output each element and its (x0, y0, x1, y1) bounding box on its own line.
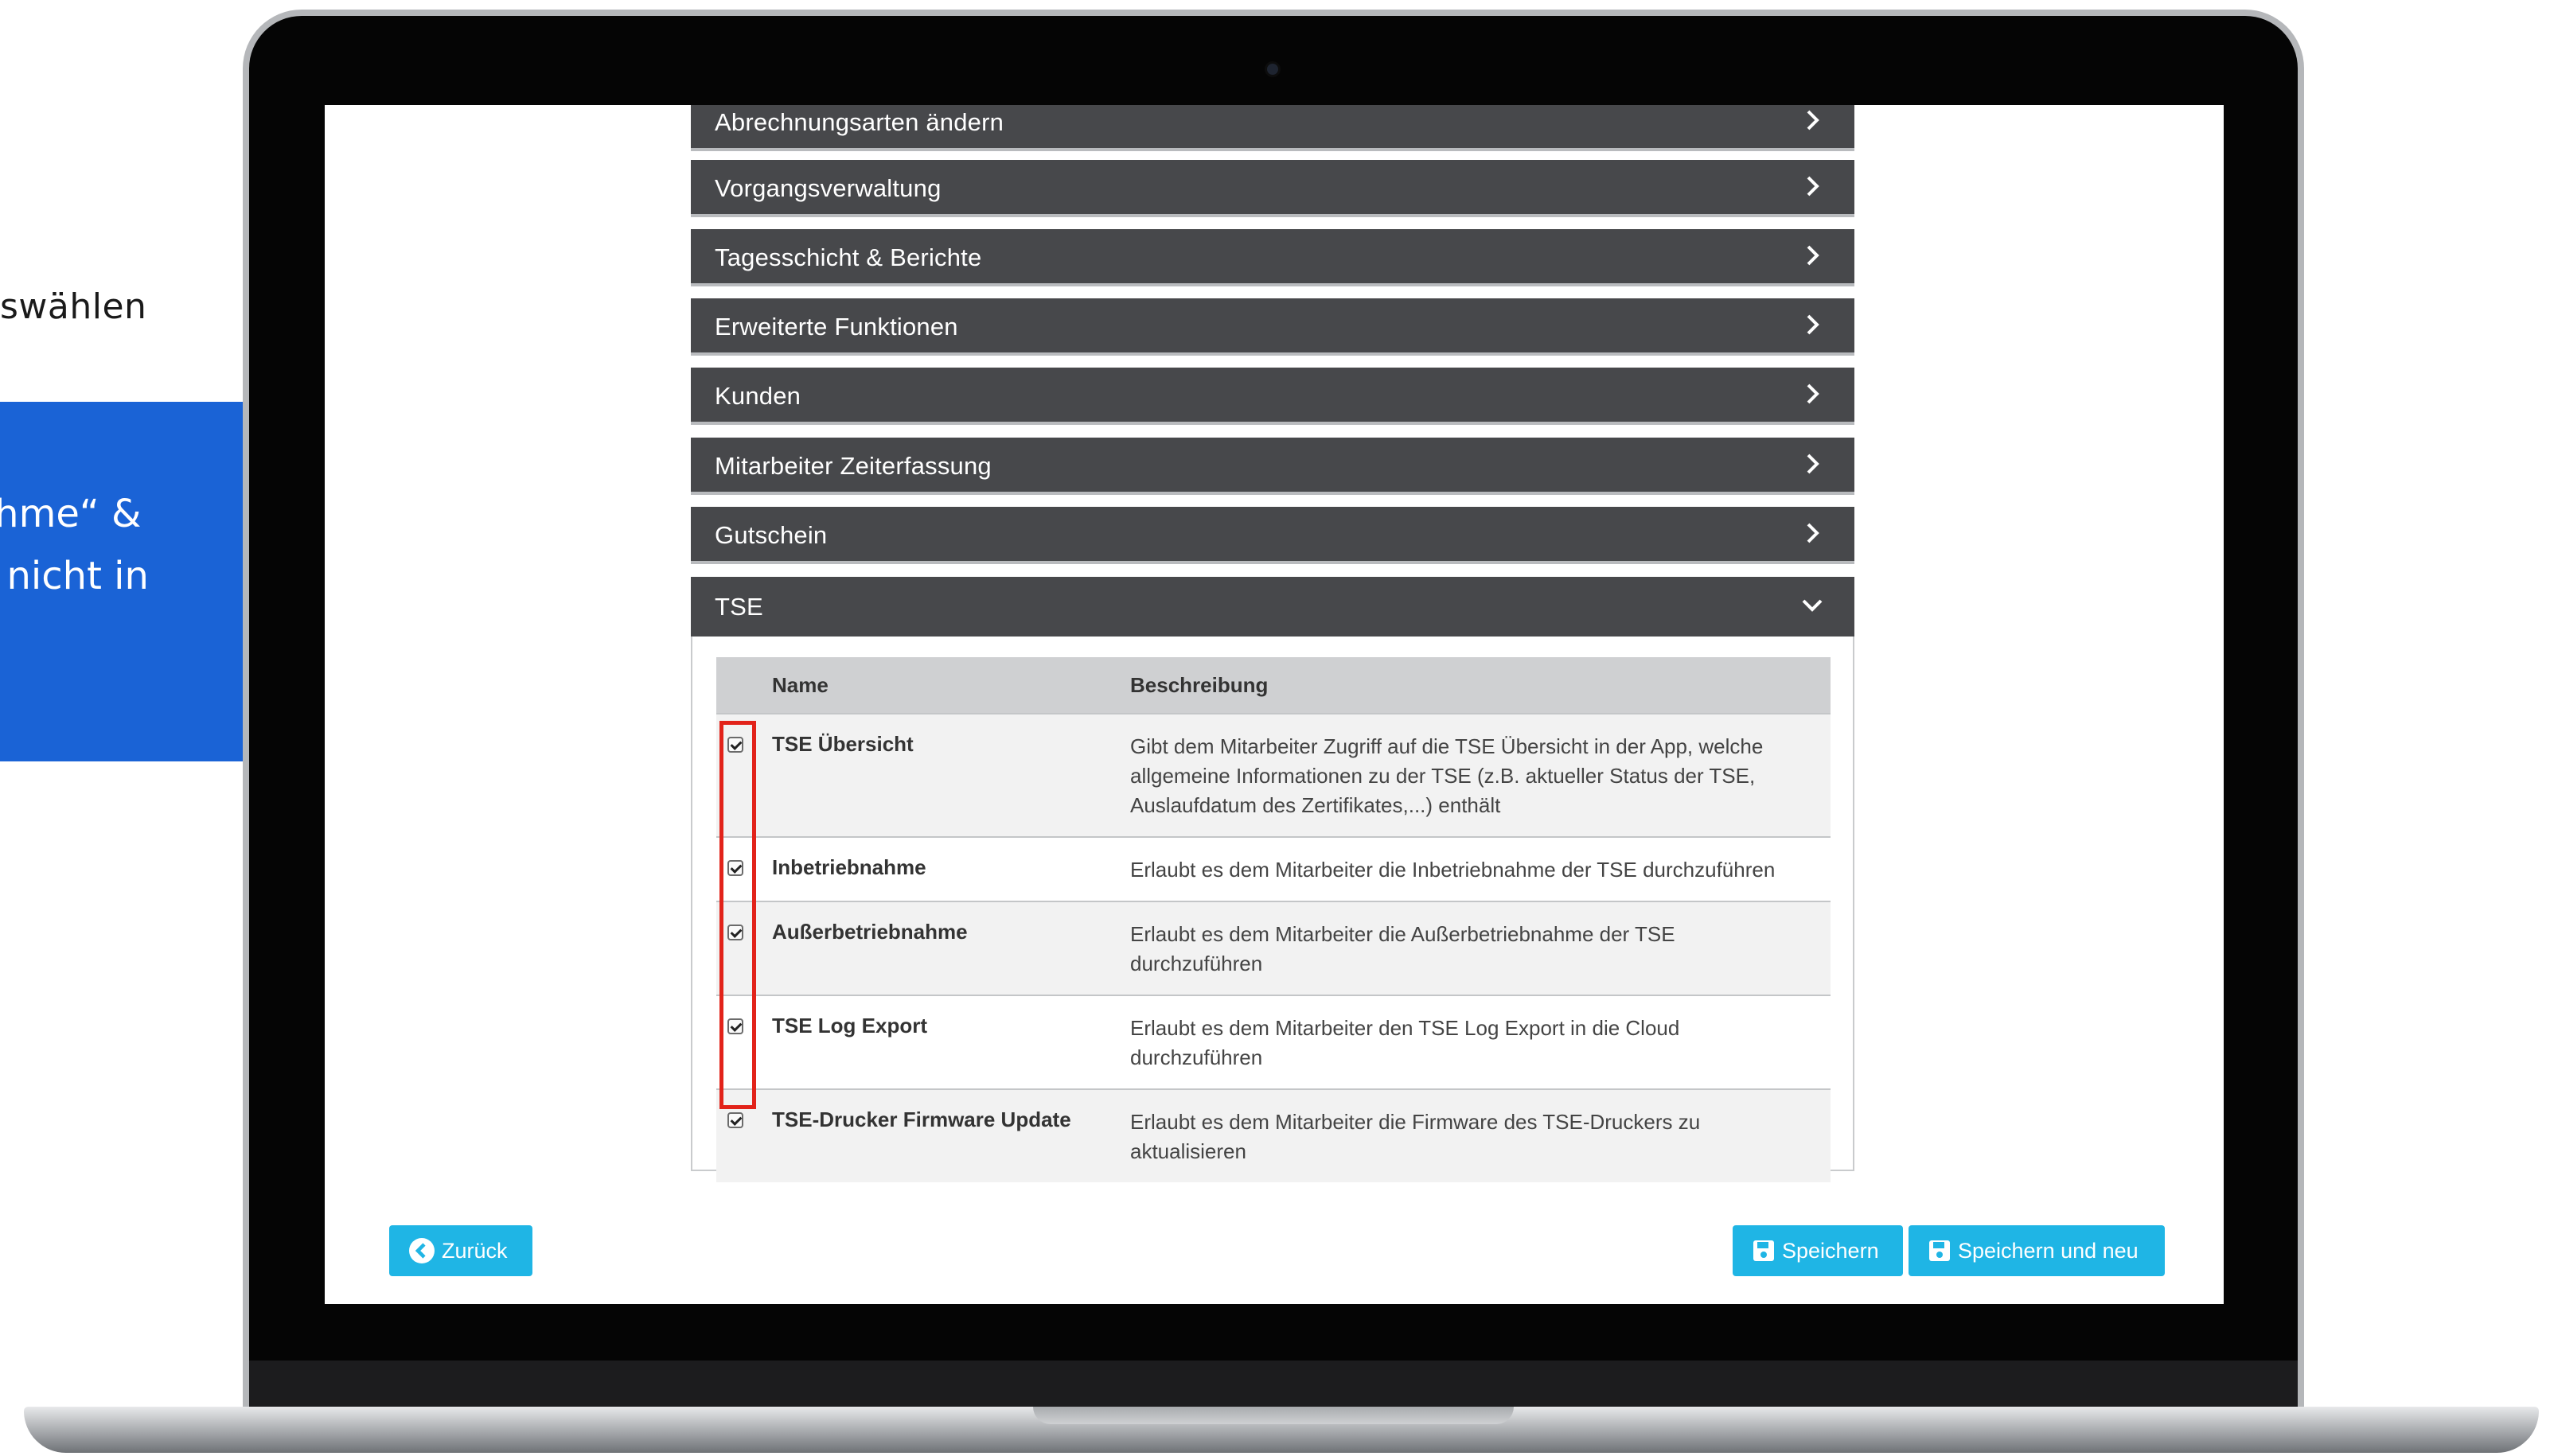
checkbox-highlight-box (719, 721, 756, 1109)
panel-erweiterte-funktionen[interactable]: Erweiterte Funktionen (691, 298, 1854, 356)
laptop-hinge-notch (1033, 1407, 1514, 1424)
permission-name: TSE-Drucker Firmware Update (761, 1088, 1125, 1182)
panel-title: Vorgangsverwaltung (715, 174, 942, 202)
permission-description: Erlaubt es dem Mitarbeiter die Firmware … (1125, 1088, 1831, 1182)
circle-arrow-left-icon (408, 1237, 435, 1264)
side-heading-fragment: swählen (0, 286, 147, 327)
header-checkbox-col (716, 657, 761, 714)
chevron-right-icon (1807, 314, 1819, 335)
panel-tagesschicht[interactable]: Tagesschicht & Berichte (691, 229, 1854, 286)
table-header-row: Name Beschreibung (716, 657, 1831, 714)
back-button[interactable]: Zurück (389, 1225, 532, 1276)
chevron-down-icon (1802, 599, 1823, 612)
floppy-disk-icon (1928, 1239, 1951, 1263)
table-row: TSE-Drucker Firmware Update Erlaubt es d… (716, 1088, 1831, 1182)
back-button-label: Zurück (442, 1238, 508, 1263)
chevron-right-icon (1807, 245, 1819, 266)
permission-name: TSE Log Export (761, 995, 1125, 1089)
permission-description: Gibt dem Mitarbeiter Zugriff auf die TSE… (1125, 713, 1831, 837)
panel-title: Erweiterte Funktionen (715, 313, 958, 341)
permission-description: Erlaubt es dem Mitarbeiter die Inbetrieb… (1125, 836, 1831, 901)
table-row: TSE Log Export Erlaubt es dem Mitarbeite… (716, 995, 1831, 1089)
panel-title: TSE (715, 593, 763, 621)
permission-name: Außerbetriebnahme (761, 901, 1125, 995)
save-and-new-button-label: Speichern und neu (1958, 1238, 2139, 1263)
camera-icon (1267, 64, 1278, 75)
chevron-right-icon (1807, 383, 1819, 404)
table-row: TSE Übersicht Gibt dem Mitarbeiter Zugri… (716, 713, 1831, 837)
app-screen: Abrechnungsarten ändern Vorgangsverwaltu… (325, 105, 2224, 1304)
header-description: Beschreibung (1125, 657, 1831, 714)
permission-name: TSE Übersicht (761, 713, 1125, 837)
permission-checkbox[interactable] (727, 1112, 743, 1128)
chevron-right-icon (1807, 176, 1819, 197)
table-row: Außerbetriebnahme Erlaubt es dem Mitarbe… (716, 901, 1831, 995)
panel-title: Gutschein (715, 521, 828, 549)
panel-vorgangsverwaltung[interactable]: Vorgangsverwaltung (691, 160, 1854, 217)
panel-title: Abrechnungsarten ändern (715, 108, 1004, 136)
chevron-right-icon (1807, 110, 1819, 130)
chevron-right-icon (1807, 523, 1819, 543)
panel-title: Kunden (715, 382, 801, 410)
panel-tse[interactable]: TSE (691, 577, 1854, 637)
table-row: Inbetriebnahme Erlaubt es dem Mitarbeite… (716, 836, 1831, 901)
permission-description: Erlaubt es dem Mitarbeiter den TSE Log E… (1125, 995, 1831, 1089)
chevron-right-icon (1807, 454, 1819, 474)
panel-title: Tagesschicht & Berichte (715, 243, 982, 271)
panel-kunden[interactable]: Kunden (691, 368, 1854, 425)
callout-line-2: ktuell nicht in (0, 554, 149, 598)
header-name: Name (761, 657, 1125, 714)
tse-panel-body: Name Beschreibung TSE Übersicht Gibt dem… (691, 637, 1854, 1182)
floppy-disk-icon (1752, 1239, 1776, 1263)
tse-permissions-table: Name Beschreibung TSE Übersicht Gibt dem… (716, 657, 1831, 1182)
callout-line-1: iebnahme“ & (0, 492, 142, 536)
permission-name: Inbetriebnahme (761, 836, 1125, 901)
panel-abrechnungsarten[interactable]: Abrechnungsarten ändern (691, 105, 1854, 151)
save-button[interactable]: Speichern (1733, 1225, 1903, 1276)
permission-description: Erlaubt es dem Mitarbeiter die Außerbetr… (1125, 901, 1831, 995)
panel-gutschein[interactable]: Gutschein (691, 507, 1854, 564)
save-button-label: Speichern (1782, 1238, 1879, 1263)
panel-mitarbeiter-zeiterfassung[interactable]: Mitarbeiter Zeiterfassung (691, 438, 1854, 495)
save-and-new-button[interactable]: Speichern und neu (1909, 1225, 2165, 1276)
panel-title: Mitarbeiter Zeiterfassung (715, 452, 992, 480)
